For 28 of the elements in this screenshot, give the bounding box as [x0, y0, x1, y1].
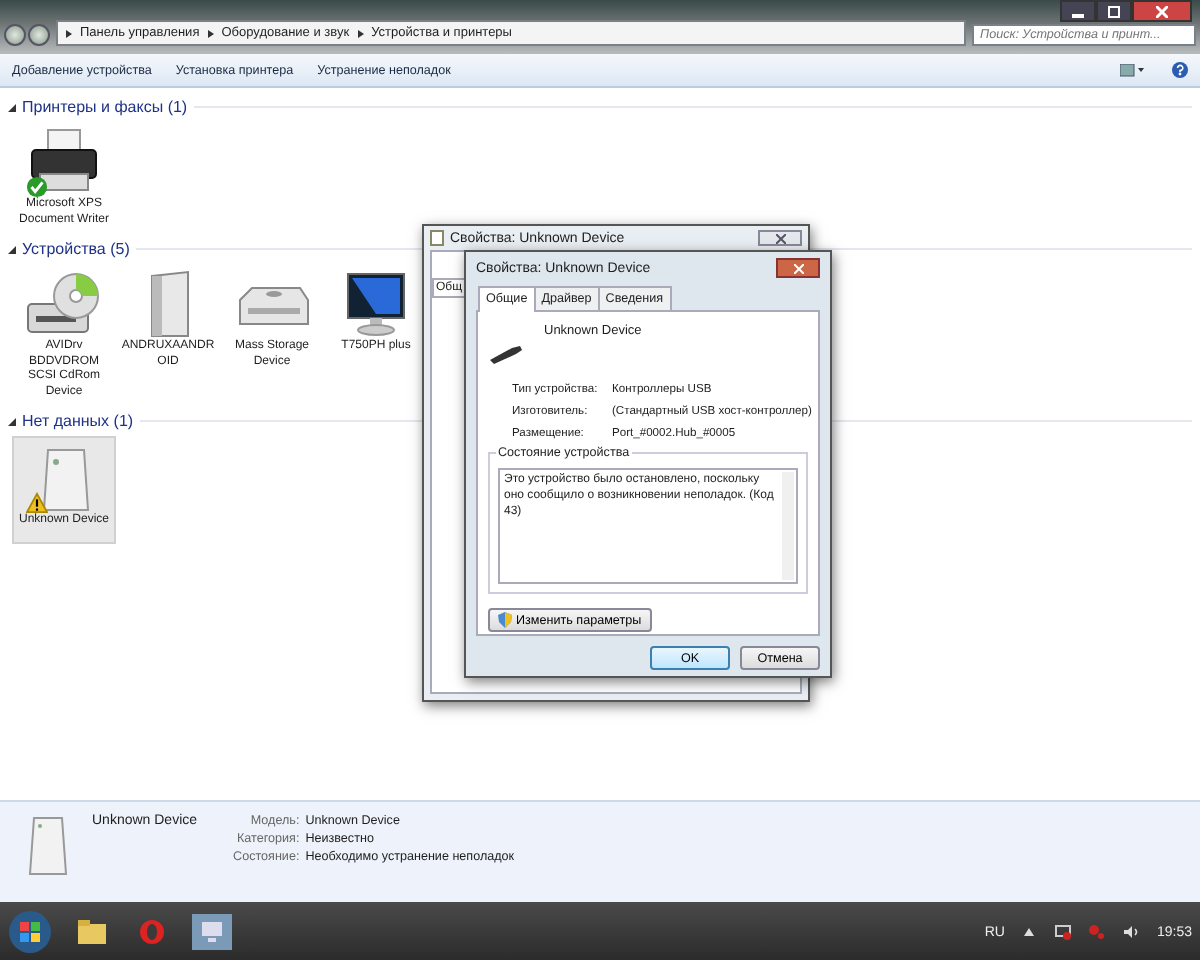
window-icon — [430, 230, 444, 246]
close-icon — [1156, 5, 1168, 17]
forward-button[interactable] — [28, 24, 50, 46]
close-button[interactable] — [1132, 0, 1192, 22]
group-header[interactable]: Принтеры и факсы (1) — [22, 98, 188, 116]
caret-icon[interactable] — [1020, 924, 1039, 940]
close-icon — [775, 233, 785, 243]
computer-tower-icon — [24, 814, 72, 878]
speaker-icon[interactable] — [1122, 924, 1141, 940]
help-icon[interactable] — [1172, 62, 1188, 78]
collapse-arrow-icon[interactable] — [8, 417, 16, 425]
back-button[interactable] — [4, 24, 26, 46]
maximize-icon — [1108, 5, 1120, 17]
collapse-arrow-icon[interactable] — [8, 103, 16, 111]
group-header[interactable]: Нет данных (1) — [22, 412, 134, 430]
close-button[interactable] — [758, 230, 802, 246]
usb-plug-icon — [488, 344, 524, 364]
network-icon[interactable] — [1054, 924, 1073, 940]
close-button[interactable] — [776, 258, 820, 278]
minimize-button[interactable] — [1060, 0, 1096, 22]
view-options-icon[interactable] — [1120, 63, 1144, 77]
start-button[interactable] — [8, 910, 52, 954]
collapse-arrow-icon[interactable] — [8, 245, 16, 253]
shield-icon — [498, 612, 512, 628]
group-header[interactable]: Устройства (5) — [22, 240, 130, 258]
close-icon — [793, 263, 803, 273]
folder-icon[interactable] — [72, 914, 112, 950]
maximize-button[interactable] — [1096, 0, 1132, 22]
